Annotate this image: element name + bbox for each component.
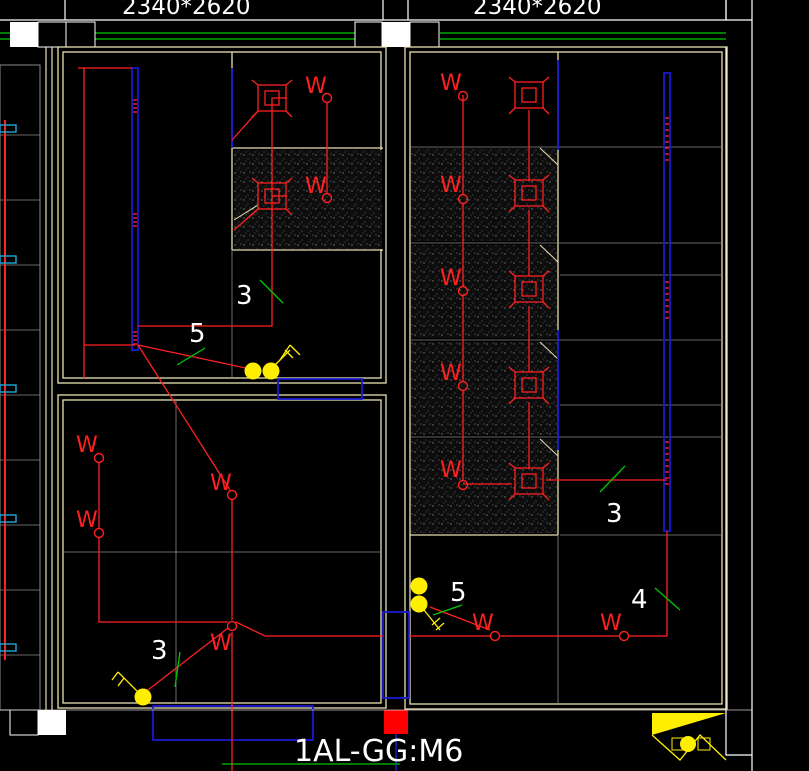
svg-text:W: W: [440, 173, 462, 198]
svg-text:W: W: [472, 611, 494, 636]
distribution-box[interactable]: [384, 710, 408, 734]
conduit-hatching: [133, 99, 669, 485]
ceiling-grid: [63, 146, 722, 703]
svg-text:3: 3: [606, 499, 623, 529]
panel-bottom-right: [651, 713, 727, 761]
svg-text:W: W: [440, 266, 462, 291]
right-border: [725, 0, 753, 771]
svg-text:W: W: [440, 458, 462, 483]
svg-text:W: W: [305, 74, 327, 99]
svg-text:W: W: [210, 631, 232, 656]
fan-3: [508, 76, 550, 115]
left-wing: [0, 47, 53, 711]
svg-text:W: W: [440, 71, 462, 96]
svg-text:4: 4: [631, 585, 648, 615]
svg-text:W: W: [76, 508, 98, 533]
svg-text:3: 3: [151, 636, 168, 666]
wet-areas: [233, 147, 559, 533]
panel-tag-label: 1AL-GG:M6: [294, 734, 463, 769]
top-dimension-strip: [0, 0, 752, 21]
fan-1: [231, 79, 293, 141]
svg-text:5: 5: [450, 578, 467, 608]
svg-text:W: W: [76, 433, 98, 458]
svg-text:W: W: [305, 174, 327, 199]
dimension-label-right: 2340*2620: [473, 0, 602, 20]
svg-text:5: 5: [189, 319, 206, 349]
cad-drawing-canvas[interactable]: 2340*2620 2340*2620 W W W W W W W W W W …: [0, 0, 809, 771]
svg-text:3: 3: [236, 281, 253, 311]
dimension-label-left: 2340*2620: [122, 0, 251, 20]
svg-text:W: W: [600, 611, 622, 636]
svg-text:W: W: [210, 471, 232, 496]
svg-text:W: W: [440, 361, 462, 386]
